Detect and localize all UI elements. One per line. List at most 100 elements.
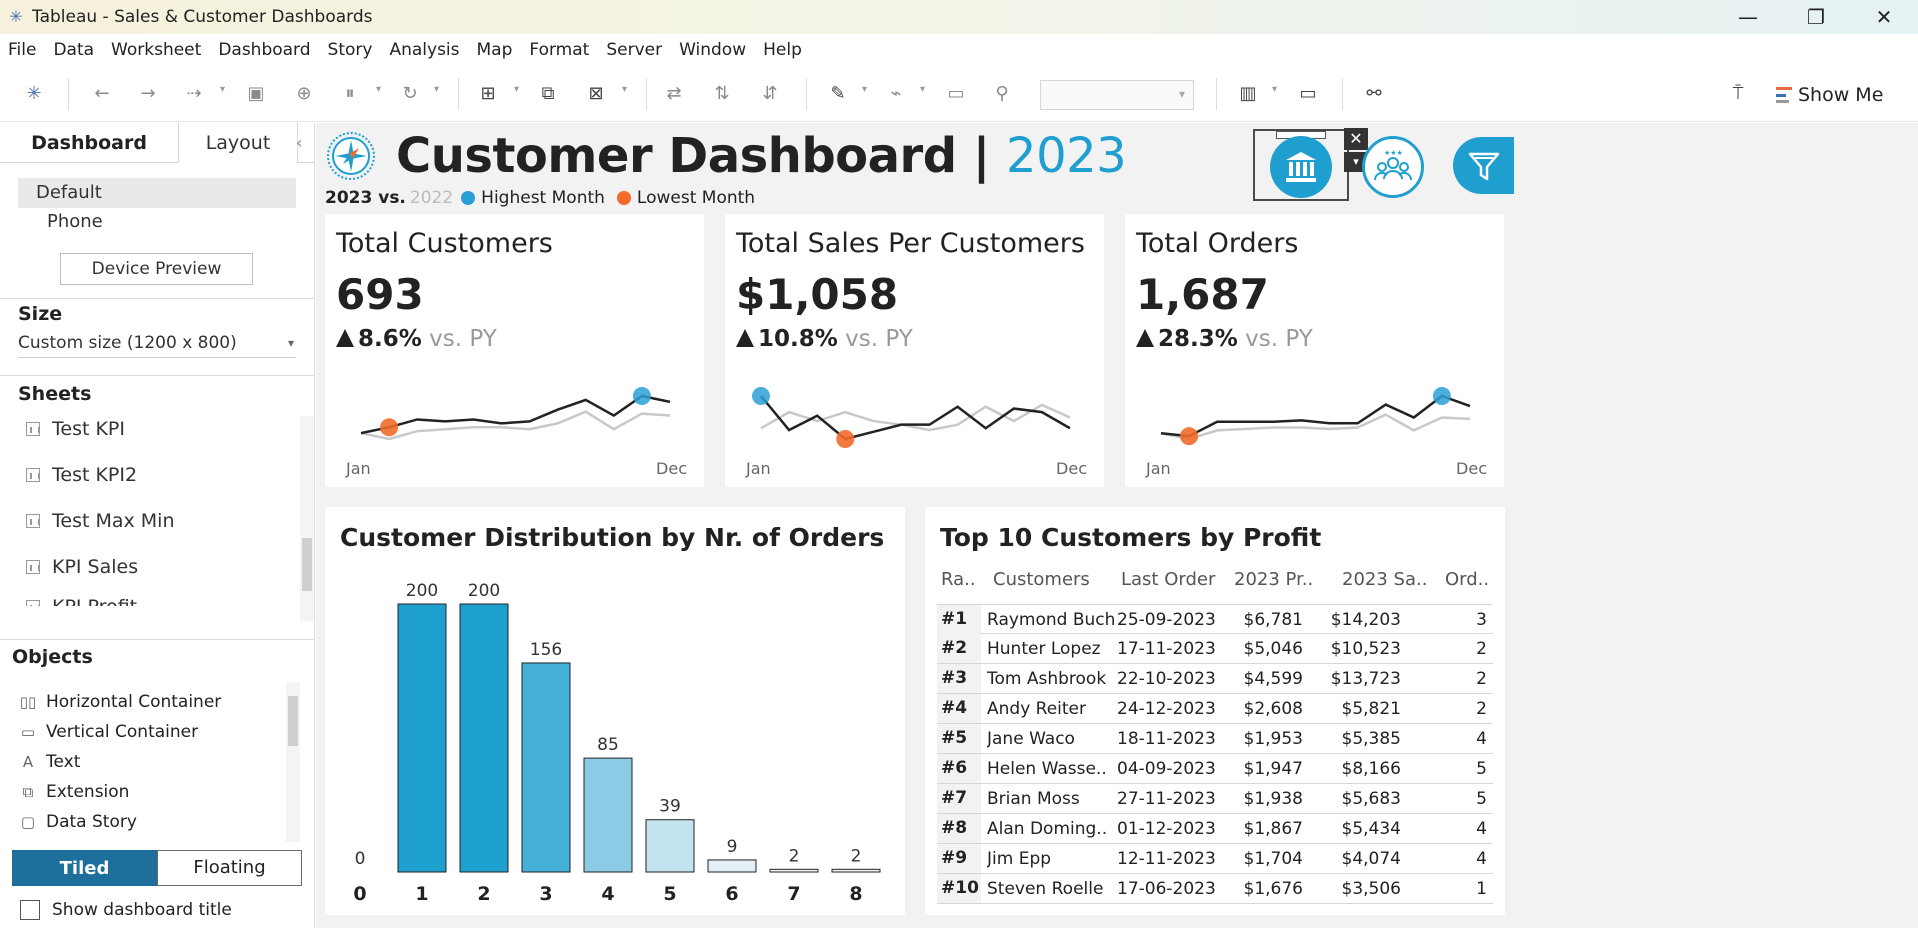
distribution-bar[interactable] xyxy=(583,757,633,873)
menu-data[interactable]: Data xyxy=(53,40,94,60)
highest-month-marker[interactable] xyxy=(1432,387,1451,405)
object-vertical-container[interactable]: ▭ Vertical Container xyxy=(18,722,198,742)
highlight-icon[interactable]: ✎ xyxy=(826,82,850,106)
replay-icon[interactable]: ⇢ xyxy=(182,82,206,106)
current-year-line[interactable] xyxy=(1160,394,1471,438)
tab-layout[interactable]: Layout xyxy=(178,123,298,163)
sheet-item[interactable]: Test Max Min xyxy=(26,510,175,532)
size-dropdown[interactable]: Custom size (1200 x 800) xyxy=(18,330,296,358)
menu-dashboard[interactable]: Dashboard xyxy=(218,40,310,60)
table-row[interactable]: #5 Jane Waco 18-11-2023 $1,953 $5,385 4 xyxy=(937,724,1493,754)
table-row[interactable]: #3 Tom Ashbrook 22-10-2023 $4,599 $13,723 2 xyxy=(937,664,1493,694)
device-phone[interactable]: Phone xyxy=(47,211,103,232)
refresh-icon[interactable]: ↻ xyxy=(398,82,422,106)
sort-ascending-icon[interactable]: ⇅ xyxy=(710,82,734,106)
sheet-item[interactable]: KPI Sales xyxy=(26,556,138,578)
table-row[interactable]: #2 Hunter Lopez 17-11-2023 $5,046 $10,523 2 xyxy=(937,634,1493,664)
device-preview-button[interactable]: Device Preview xyxy=(60,253,253,285)
menu-help[interactable]: Help xyxy=(763,40,802,60)
tableau-home-icon[interactable]: ✳ xyxy=(22,82,46,106)
format-painter-icon[interactable]: ⍑ xyxy=(1726,82,1750,106)
object-horizontal-container[interactable]: ▯▯ Horizontal Container xyxy=(18,692,222,712)
restore-icon[interactable]: ❐ xyxy=(1782,0,1850,34)
column-header-customers[interactable]: Customers xyxy=(993,569,1090,590)
kpi-sparkline[interactable] xyxy=(325,344,704,454)
chevron-down-icon[interactable]: ▾ xyxy=(376,84,381,95)
distribution-bar[interactable] xyxy=(707,859,757,873)
save-icon[interactable]: ▣ xyxy=(244,82,268,106)
column-header-orders[interactable]: Ord.. xyxy=(1445,569,1489,590)
menu-analysis[interactable]: Analysis xyxy=(389,40,459,60)
previous-year-line[interactable] xyxy=(360,410,671,441)
object-text[interactable]: A Text xyxy=(18,752,81,772)
menu-worksheet[interactable]: Worksheet xyxy=(111,40,201,60)
tiled-toggle[interactable]: Tiled xyxy=(12,850,157,886)
minimize-icon[interactable]: — xyxy=(1714,0,1782,34)
column-header-sales[interactable]: 2023 Sa.. xyxy=(1342,569,1427,590)
kpi-sparkline[interactable] xyxy=(725,344,1104,454)
show-mark-labels-icon[interactable]: ▭ xyxy=(944,82,968,106)
menu-format[interactable]: Format xyxy=(529,40,589,60)
pause-updates-icon[interactable]: ⏸ xyxy=(338,82,362,106)
scrollbar-thumb[interactable] xyxy=(302,538,312,591)
objects-scrollbar[interactable] xyxy=(286,682,300,842)
sales-dashboard-nav-button[interactable] xyxy=(1270,136,1332,198)
kpi-card-sales-per-customer[interactable]: Total Sales Per Customers $1,058 10.8% v… xyxy=(725,214,1104,487)
distribution-bar[interactable] xyxy=(459,603,509,873)
group-members-icon[interactable]: ⌁ xyxy=(884,82,908,106)
remove-object-icon[interactable]: ✕ xyxy=(1344,128,1368,150)
object-data-story[interactable]: ▢ Data Story xyxy=(18,812,137,832)
redo-icon[interactable]: → xyxy=(136,82,160,106)
floating-toggle[interactable]: Floating xyxy=(157,850,302,886)
scrollbar-thumb[interactable] xyxy=(288,696,298,746)
collapse-panel-icon[interactable]: ‹ xyxy=(296,133,302,152)
lowest-month-marker[interactable] xyxy=(380,418,399,437)
presentation-mode-icon[interactable]: ▭ xyxy=(1296,82,1320,106)
chevron-down-icon[interactable]: ▾ xyxy=(862,84,867,95)
filter-panel-button[interactable] xyxy=(1453,137,1514,194)
show-title-checkbox[interactable] xyxy=(20,900,40,920)
table-row[interactable]: #8 Alan Doming.. 01-12-2023 $1,867 $5,434 4 xyxy=(937,814,1493,844)
new-data-source-icon[interactable]: ⊕ xyxy=(292,82,316,106)
distribution-bar[interactable] xyxy=(397,603,447,873)
table-row[interactable]: #9 Jim Epp 12-11-2023 $1,704 $4,074 4 xyxy=(937,844,1493,874)
new-worksheet-icon[interactable]: ⊞ xyxy=(476,82,500,106)
kpi-card-total-orders[interactable]: Total Orders 1,687 28.3% vs. PY Jan Dec xyxy=(1125,214,1504,487)
undo-icon[interactable]: ← xyxy=(90,82,114,106)
highest-month-marker[interactable] xyxy=(632,387,651,405)
distribution-bar[interactable] xyxy=(769,868,819,873)
object-extension[interactable]: ⧉ Extension xyxy=(18,782,130,802)
customer-dashboard-nav-button[interactable]: ★★★ xyxy=(1362,136,1424,198)
chevron-down-icon[interactable]: ▾ xyxy=(920,84,925,95)
sort-descending-icon[interactable]: ⇵ xyxy=(758,82,782,106)
menu-window[interactable]: Window xyxy=(679,40,746,60)
chevron-down-icon[interactable]: ▾ xyxy=(622,84,627,95)
fit-dropdown[interactable] xyxy=(1040,80,1194,110)
close-window-icon[interactable]: ✕ xyxy=(1850,0,1918,34)
show-hide-cards-icon[interactable]: ▥ xyxy=(1236,82,1260,106)
fix-axes-icon[interactable]: ⚲ xyxy=(990,82,1014,106)
column-header-last-order[interactable]: Last Order xyxy=(1121,569,1215,590)
chevron-down-icon[interactable]: ▾ xyxy=(220,84,225,95)
chevron-down-icon[interactable]: ▾ xyxy=(1272,84,1277,95)
swap-rows-columns-icon[interactable]: ⇄ xyxy=(662,82,686,106)
show-dashboard-title-option[interactable]: Show dashboard title xyxy=(20,900,232,920)
table-row[interactable]: #10 Steven Roelle 17-06-2023 $1,676 $3,506 1 xyxy=(937,874,1493,904)
device-default[interactable]: Default xyxy=(18,178,296,208)
show-me-button[interactable]: Show Me xyxy=(1776,80,1883,110)
share-icon[interactable]: ⚯ xyxy=(1362,82,1386,106)
menu-file[interactable]: File xyxy=(8,40,36,60)
kpi-card-total-customers[interactable]: Total Customers 693 8.6% vs. PY Jan Dec xyxy=(325,214,704,487)
sheet-item[interactable]: Test KPI2 xyxy=(26,464,137,486)
clear-sheet-icon[interactable]: ⊠ xyxy=(584,82,608,106)
menu-server[interactable]: Server xyxy=(606,40,662,60)
column-header-rank[interactable]: Ra.. xyxy=(941,569,976,590)
table-row[interactable]: #4 Andy Reiter 24-12-2023 $2,608 $5,821 2 xyxy=(937,694,1493,724)
table-row[interactable]: #1 Raymond Buch 25-09-2023 $6,781 $14,203 3 xyxy=(937,604,1493,634)
lowest-month-marker[interactable] xyxy=(836,430,855,448)
sheets-scrollbar[interactable] xyxy=(300,416,314,621)
tab-dashboard[interactable]: Dashboard xyxy=(0,123,178,163)
distribution-bar[interactable] xyxy=(645,819,695,873)
chevron-down-icon[interactable]: ▾ xyxy=(434,84,439,95)
table-row[interactable]: #7 Brian Moss 27-11-2023 $1,938 $5,683 5 xyxy=(937,784,1493,814)
